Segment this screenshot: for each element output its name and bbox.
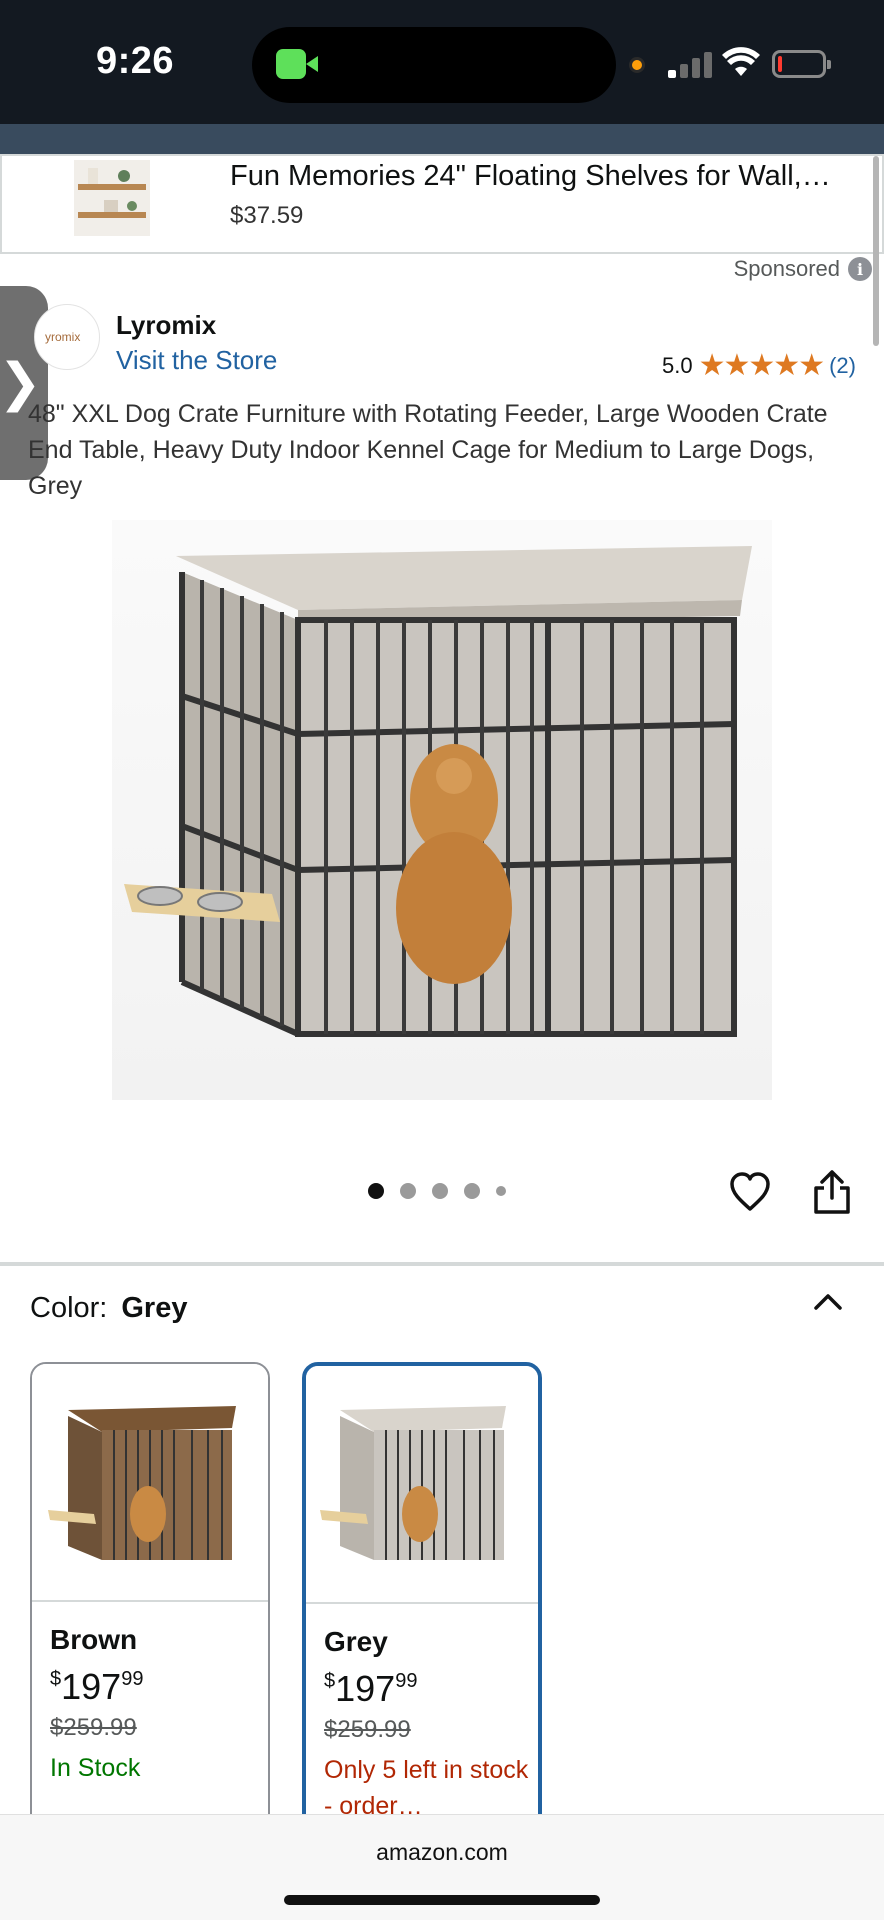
home-indicator[interactable]: [284, 1895, 600, 1905]
rating-value: 5.0: [662, 352, 693, 378]
price-symbol: $: [324, 1670, 336, 1692]
color-swatch-grey[interactable]: Grey $197 99 $259.99 Only 5 left in stock…: [302, 1362, 542, 1832]
battery-icon: [772, 50, 831, 78]
price-cents: 99: [395, 1670, 418, 1692]
product-image[interactable]: [112, 520, 772, 1100]
ad-price: $37.59: [230, 202, 304, 229]
carousel-dot[interactable]: [496, 1186, 506, 1196]
brand-logo-text: yromix: [45, 330, 81, 344]
facetime-camera-icon: [276, 49, 318, 79]
swatch-list-price: $259.99: [50, 1714, 137, 1741]
scrollbar[interactable]: [873, 156, 879, 346]
brand-logo[interactable]: yromix: [34, 304, 100, 370]
carousel-dot[interactable]: [400, 1183, 416, 1199]
status-time: 9:26: [96, 40, 175, 82]
color-label: Color:: [30, 1292, 108, 1324]
swatch-name: Brown: [50, 1624, 138, 1655]
color-selector-header[interactable]: Color: Grey: [30, 1292, 187, 1325]
swatch-image: [32, 1364, 268, 1602]
heart-icon[interactable]: [728, 1170, 772, 1214]
swatch-price: $197 99: [50, 1666, 143, 1708]
price-cents: 99: [121, 1668, 144, 1690]
review-count-link[interactable]: (2): [829, 353, 856, 379]
carousel-dot[interactable]: [464, 1183, 480, 1199]
wifi-icon: [722, 47, 760, 76]
url-text[interactable]: amazon.com: [0, 1839, 884, 1866]
browser-url-bar[interactable]: amazon.com: [0, 1814, 884, 1920]
section-divider: [0, 1262, 884, 1266]
ad-title[interactable]: Fun Memories 24" Floating Shelves for Wa…: [230, 160, 872, 193]
header-strip: [0, 124, 884, 154]
carousel-dot[interactable]: [368, 1183, 384, 1199]
brand-name: Lyromix: [116, 310, 217, 340]
swatch-stock-status: In Stock: [50, 1754, 141, 1782]
sponsored-label[interactable]: Sponsored i: [734, 256, 872, 282]
rating-summary[interactable]: 5.0 ★★★★★ (2): [662, 348, 856, 383]
price-whole: 197: [61, 1666, 122, 1707]
swatch-list-price: $259.99: [324, 1716, 411, 1743]
carousel-pagination[interactable]: [368, 1183, 506, 1199]
status-bar: 9:26: [0, 0, 884, 124]
star-rating-icon: ★★★★★: [698, 349, 825, 382]
price-symbol: $: [50, 1668, 62, 1690]
selected-color: Grey: [121, 1292, 188, 1324]
chevron-up-icon[interactable]: [812, 1290, 844, 1314]
info-icon[interactable]: i: [848, 257, 872, 281]
ad-product-thumbnail[interactable]: [74, 160, 150, 236]
visit-store-link[interactable]: Visit the Store: [116, 345, 277, 376]
mic-indicator-icon: [629, 57, 645, 73]
swatch-price: $197 99: [324, 1668, 417, 1710]
share-icon[interactable]: [812, 1168, 852, 1216]
color-swatch-brown[interactable]: Brown $197 99 $259.99 In Stock: [30, 1362, 270, 1832]
dynamic-island: [252, 27, 616, 103]
carousel-dot[interactable]: [432, 1183, 448, 1199]
price-whole: 197: [335, 1668, 396, 1709]
cellular-signal-icon: [668, 50, 712, 78]
swatch-name: Grey: [324, 1626, 388, 1657]
sponsored-text: Sponsored: [733, 256, 840, 281]
product-title: 48" XXL Dog Crate Furniture with Rotatin…: [28, 400, 828, 500]
sponsored-ad[interactable]: Fun Memories 24" Floating Shelves for Wa…: [0, 154, 884, 254]
swatch-image: [306, 1366, 538, 1604]
